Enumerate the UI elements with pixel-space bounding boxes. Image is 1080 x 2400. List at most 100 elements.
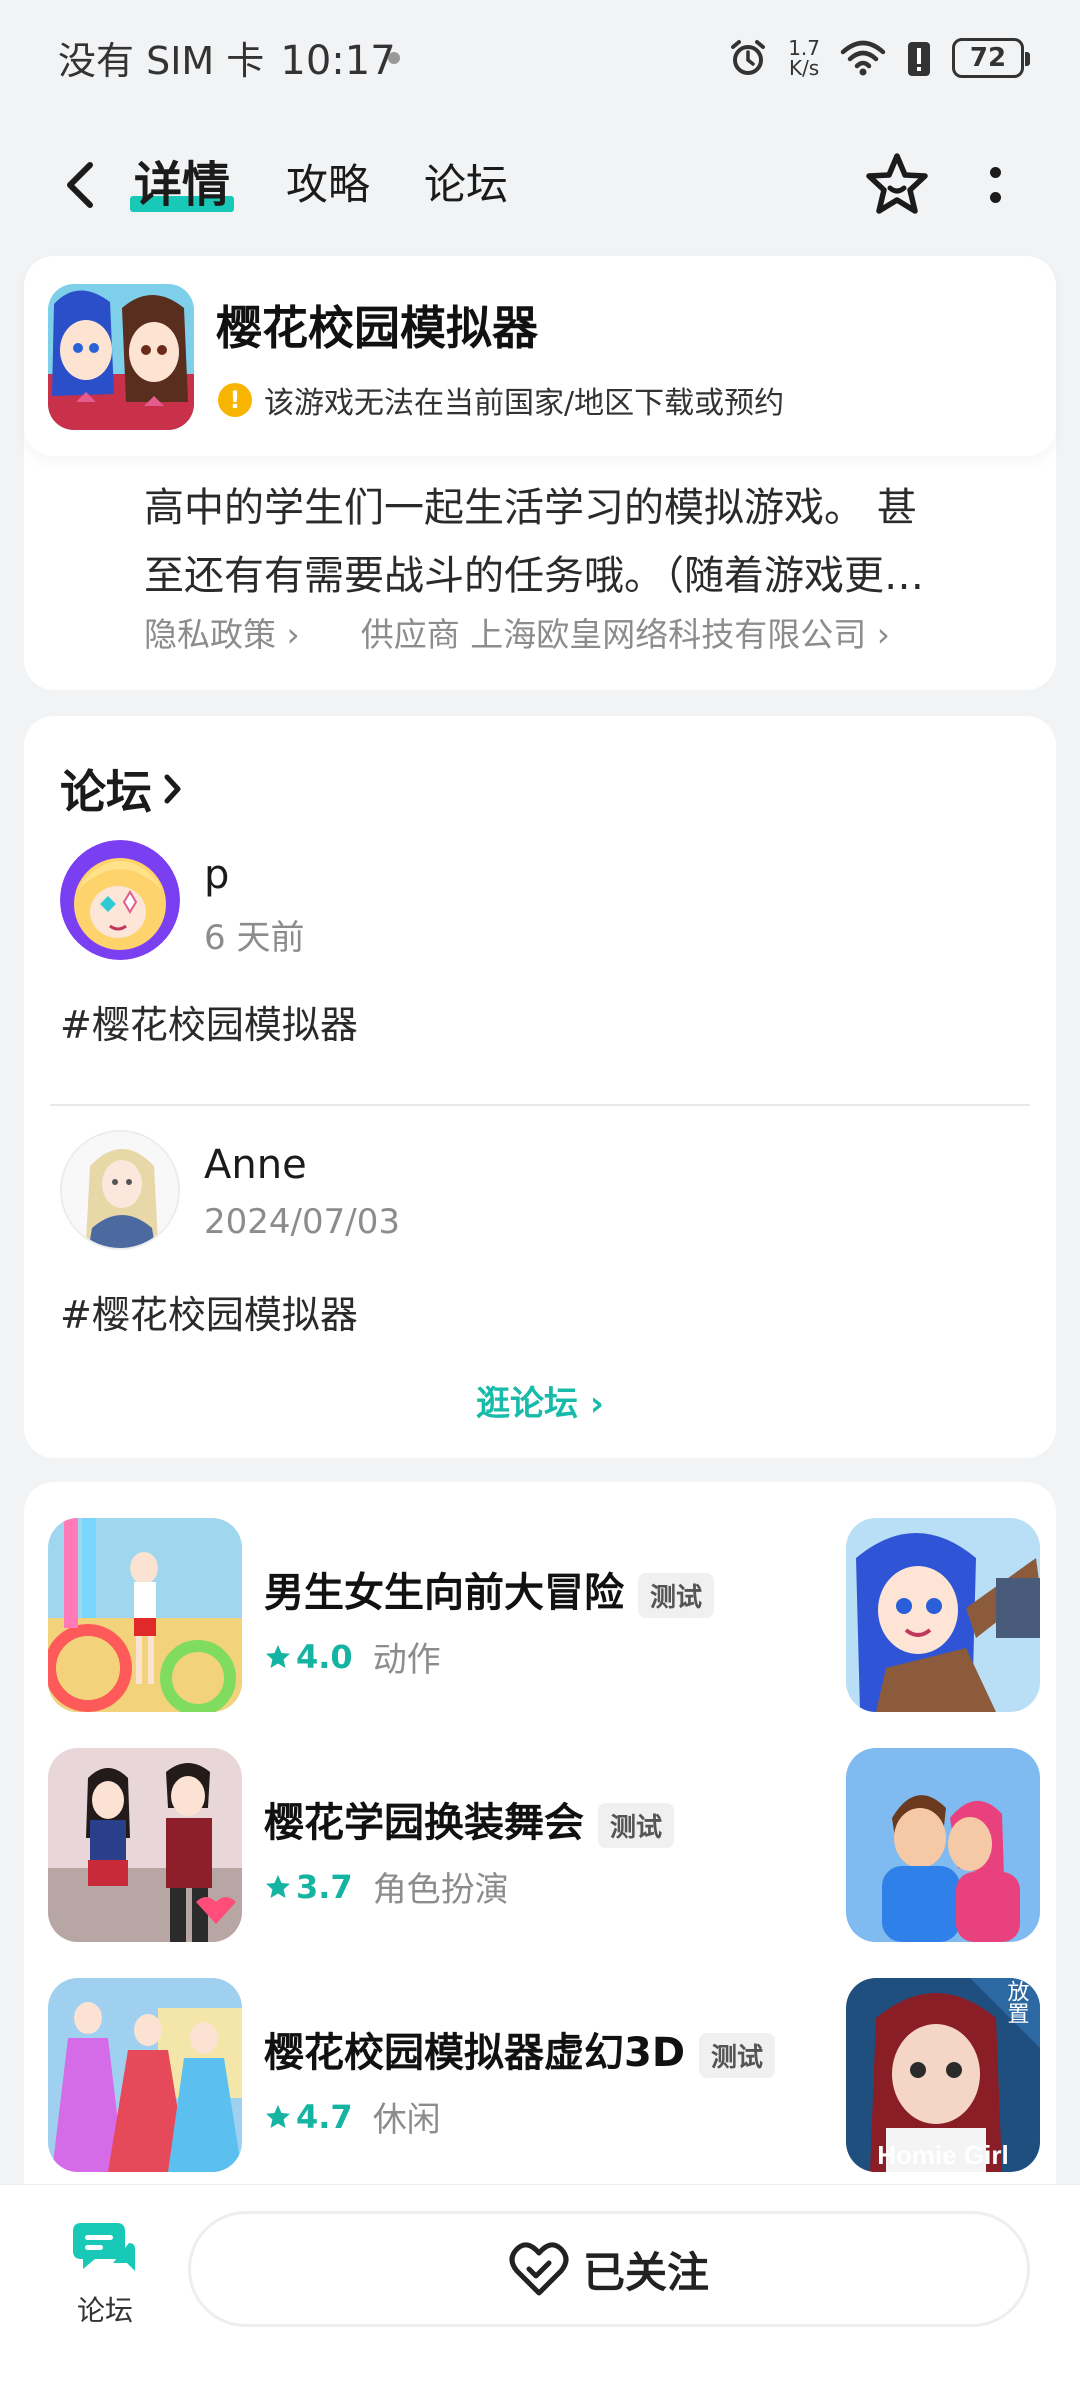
- description-links: 隐私政策 › 供应商 上海欧皇网络科技有限公司 ›: [144, 608, 890, 656]
- game-side-thumbnail[interactable]: 放置 Homie Girl: [846, 1978, 1040, 2172]
- vendor-link[interactable]: 供应商 上海欧皇网络科技有限公司 ›: [361, 608, 890, 656]
- rating: 4.0: [264, 1638, 353, 1676]
- net-speed: 1.7 K/s: [788, 38, 820, 78]
- nav-bar: 详情 攻略 论坛: [0, 130, 1080, 240]
- post-time: 6 天前: [204, 918, 305, 958]
- test-badge: 测试: [699, 2032, 776, 2078]
- info-warning-icon: !: [218, 383, 252, 417]
- privacy-policy-label: 隐私政策: [144, 615, 276, 654]
- genre: 角色扮演: [372, 1870, 509, 1910]
- status-icons: 1.7 K/s 72: [728, 30, 1030, 86]
- tab-detail[interactable]: 详情: [130, 152, 235, 218]
- battery-icon: 72: [952, 38, 1030, 78]
- forum-card: 论坛 p 6 天前 #樱花校园模拟器 Anne 2024/07/03 #樱花校园…: [24, 716, 1056, 1458]
- region-notice-text: 该游戏无法在当前国家/地区下载或预约: [264, 386, 785, 421]
- divider: [50, 1104, 1030, 1106]
- post-time: 2024/07/03: [204, 1202, 400, 1242]
- star-favorite-icon[interactable]: [862, 150, 932, 220]
- forum-section-header[interactable]: 论坛: [60, 756, 184, 822]
- game-meta: 4.0 动作: [264, 1632, 441, 1681]
- chevron-right-icon: ›: [286, 615, 300, 654]
- star-icon: [266, 1644, 290, 1668]
- game-name: 樱花学园换装舞会 测试: [264, 1790, 675, 1848]
- chevron-right-icon: [164, 774, 181, 804]
- follow-button-label: 已关注: [582, 2247, 709, 2297]
- list-item[interactable]: 男生女生向前大冒险 测试 4.0 动作: [24, 1518, 1056, 1712]
- region-notice: ! 该游戏无法在当前国家/地区下载或预约: [218, 378, 784, 422]
- browse-forum-label: 逛论坛: [476, 1384, 579, 1424]
- notification-dot-icon: [388, 52, 400, 64]
- description-line: 高中的学生们一起生活学习的模拟游戏。 甚: [144, 485, 917, 531]
- game-name: 男生女生向前大冒险 测试: [264, 1560, 715, 1618]
- tab-guide-label: 攻略: [286, 160, 371, 209]
- star-icon: [266, 1874, 290, 1898]
- back-button[interactable]: [50, 152, 110, 218]
- game-title: 男生女生向前大冒险: [264, 1570, 624, 1616]
- app-title: 樱花校园模拟器: [216, 301, 538, 355]
- vendor-label: 供应商: [360, 615, 460, 654]
- forum-post[interactable]: p 6 天前 #樱花校园模拟器: [24, 840, 1056, 1070]
- description-line: 至还有有需要战斗的任务哦。（随着游戏更…: [144, 553, 924, 599]
- more-options-icon[interactable]: [970, 152, 1020, 218]
- more-dot: [989, 192, 1001, 203]
- game-meta: 3.7 角色扮演: [264, 1862, 509, 1911]
- rating-value: 3.7: [296, 1867, 353, 1906]
- game-title: 樱花校园模拟器虚幻3D: [264, 2030, 686, 2076]
- tab-guide[interactable]: 攻略: [286, 152, 370, 218]
- rating: 3.7: [264, 1868, 353, 1906]
- avatar[interactable]: [60, 1130, 180, 1250]
- game-name: 樱花校园模拟器虚幻3D 测试: [264, 2020, 776, 2078]
- post-body: #樱花校园模拟器: [60, 1293, 358, 1337]
- rating-value: 4.7: [296, 2097, 353, 2136]
- net-speed-value: 1.7: [788, 36, 820, 60]
- post-author: p: [204, 852, 230, 898]
- tab-forum[interactable]: 论坛: [424, 152, 508, 218]
- chat-bubble-icon: [73, 2223, 135, 2271]
- carrier-text: 没有 SIM 卡: [58, 39, 265, 83]
- privacy-policy-link[interactable]: 隐私政策 ›: [144, 608, 300, 656]
- game-thumbnail[interactable]: [48, 1518, 242, 1712]
- heart-check-icon: [509, 2242, 569, 2296]
- status-bar: 没有 SIM 卡 10:17 1.7 K/s 72: [0, 0, 1080, 110]
- game-thumbnail[interactable]: [48, 1748, 242, 1942]
- alarm-icon: [731, 40, 766, 75]
- post-author: Anne: [204, 1142, 307, 1188]
- test-badge: 测试: [638, 1572, 715, 1618]
- star-icon: [266, 2104, 290, 2128]
- app-icon: [48, 284, 194, 430]
- follow-button[interactable]: 已关注: [188, 2211, 1030, 2327]
- forum-nav-label: 论坛: [76, 2294, 133, 2327]
- vendor-name: 上海欧皇网络科技有限公司: [470, 615, 867, 654]
- genre: 休闲: [372, 2100, 441, 2140]
- avatar[interactable]: [60, 840, 180, 960]
- more-dot: [989, 167, 1001, 178]
- browse-forum-link[interactable]: 逛论坛 ›: [24, 1376, 1056, 1425]
- rating: 4.7: [264, 2098, 353, 2136]
- genre: 动作: [372, 1640, 441, 1680]
- back-arrow-icon: [67, 162, 93, 208]
- battery-alert-icon: [908, 42, 930, 76]
- app-description[interactable]: 高中的学生们一起生活学习的模拟游戏。 甚 至还有有需要战斗的任务哦。（随着游戏更…: [144, 474, 1024, 610]
- description-card: 高中的学生们一起生活学习的模拟游戏。 甚 至还有有需要战斗的任务哦。（随着游戏更…: [24, 420, 1056, 690]
- game-side-thumbnail[interactable]: [846, 1518, 1040, 1712]
- recommendations-card: 男生女生向前大冒险 测试 4.0 动作 樱花学园换装舞会 测试 3.7 角色扮演…: [24, 1482, 1056, 2242]
- forum-nav-button[interactable]: 论坛: [60, 2219, 150, 2329]
- game-side-thumbnail[interactable]: [846, 1748, 1040, 1942]
- wifi-icon: [840, 40, 886, 76]
- placement-badge-text: 放置: [1004, 1980, 1030, 2024]
- test-badge: 测试: [598, 1802, 675, 1848]
- clock: 10:17: [280, 38, 396, 84]
- rating-value: 4.0: [296, 1637, 353, 1676]
- game-title: 樱花学园换装舞会: [264, 1800, 584, 1846]
- chevron-right-icon: ›: [876, 615, 890, 654]
- app-header-card: 樱花校园模拟器 ! 该游戏无法在当前国家/地区下载或预约: [24, 256, 1056, 456]
- forum-section-title: 论坛: [60, 765, 152, 819]
- list-item[interactable]: 樱花学园换装舞会 测试 3.7 角色扮演: [24, 1748, 1056, 1942]
- status-left: 没有 SIM 卡 10:17: [58, 30, 396, 85]
- post-body: #樱花校园模拟器: [60, 1003, 358, 1047]
- forum-post[interactable]: Anne 2024/07/03 #樱花校园模拟器: [24, 1130, 1056, 1360]
- list-item[interactable]: 樱花校园模拟器虚幻3D 测试 4.7 休闲 放置 Homie Girl: [24, 1978, 1056, 2172]
- bottom-action-bar: 论坛 已关注: [0, 2184, 1080, 2400]
- net-speed-unit: K/s: [788, 56, 820, 80]
- game-thumbnail[interactable]: [48, 1978, 242, 2172]
